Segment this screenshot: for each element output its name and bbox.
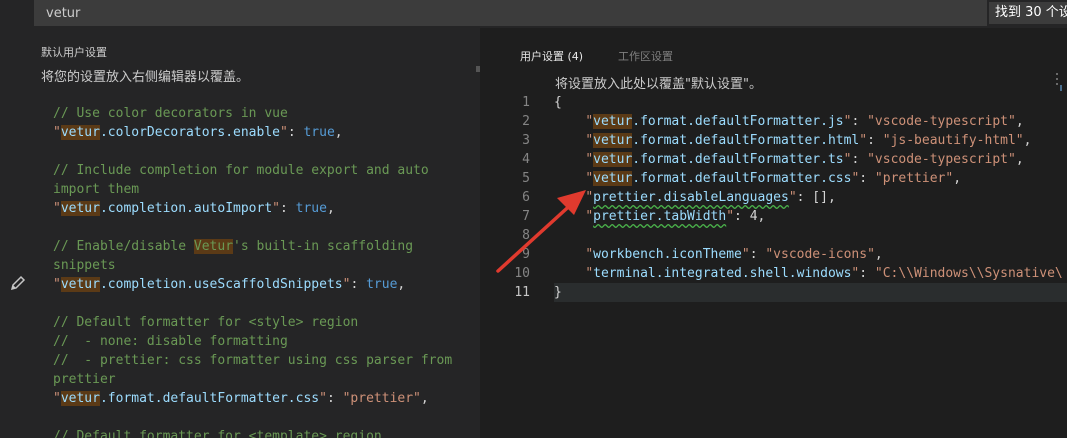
default-code-line: snippets (53, 258, 116, 273)
default-settings-panel: 默认用户设置 将您的设置放入右侧编辑器以覆盖。 // Use color dec… (0, 28, 480, 438)
settings-search-input[interactable] (34, 0, 987, 26)
user-code-line: "vetur.format.defaultFormatter.css": "pr… (585, 171, 962, 186)
default-code-line (53, 294, 473, 313)
default-settings-code[interactable]: // Use color decorators in vue "vetur.col… (53, 104, 473, 438)
line-number: 2 (522, 114, 530, 129)
line-number: 8 (522, 228, 530, 243)
line-number: 7 (522, 209, 530, 224)
user-code-line: "vetur.format.defaultFormatter.js": "vsc… (585, 114, 1024, 129)
user-code-line: "prettier.disableLanguages": [], (585, 190, 836, 205)
line-number: 6 (522, 190, 530, 205)
default-settings-description: 将您的设置放入右侧编辑器以覆盖。 (41, 70, 250, 85)
default-code-line: // Use color decorators in vue (53, 106, 288, 121)
default-code-line: // - none: disable formatting (53, 334, 288, 349)
user-code-line: "prettier.tabWidth": 4, (585, 209, 766, 224)
default-code-line: // Default formatter for <template> regi… (53, 429, 382, 438)
search-result-count: 找到 30 个设 (989, 2, 1067, 24)
default-code-line: // - prettier: css formatter using css p… (53, 353, 453, 368)
line-number: 3 (522, 133, 530, 148)
default-code-line: import them (53, 182, 140, 197)
user-settings-panel: 用户设置 (4) 工作区设置 将设置放入此处以覆盖"默认设置"。 1 2 3 4 5 6 7… (486, 28, 1067, 438)
default-code-line: "vetur.colorDecorators.enable": true, (53, 125, 343, 140)
default-code-line (53, 218, 473, 237)
user-settings-description: 将设置放入此处以覆盖"默认设置"。 (555, 77, 762, 92)
default-code-line: // Include completion for module export … (53, 163, 429, 178)
line-number: 10 (514, 266, 530, 281)
default-code-line: "vetur.completion.autoImport": true, (53, 201, 335, 216)
default-code-line: "vetur.format.defaultFormatter.css": "pr… (53, 391, 429, 406)
line-number: 1 (522, 95, 530, 110)
search-bar: 找到 30 个设 (0, 0, 1067, 28)
line-number-gutter: 1 2 3 4 5 6 7 8 9 10 11 (486, 93, 542, 302)
user-code-line: "workbench.iconTheme": "vscode-icons", (585, 247, 883, 262)
overview-ruler[interactable] (1056, 73, 1064, 95)
user-code-line: { (554, 95, 562, 110)
user-settings-code-editor[interactable]: { "vetur.format.defaultFormatter.js": "v… (554, 93, 1067, 302)
user-code-line: "vetur.format.defaultFormatter.html": "j… (585, 133, 1032, 148)
line-number: 5 (522, 171, 530, 186)
line-number: 9 (522, 247, 530, 262)
tab-user-settings[interactable]: 用户设置 (4) (520, 48, 583, 64)
user-code-line: "vetur.format.defaultFormatter.ts": "vsc… (585, 152, 1024, 167)
user-code-line (554, 226, 1067, 245)
line-number: 11 (514, 285, 530, 300)
default-code-line: "vetur.completion.useScaffoldSnippets": … (53, 277, 406, 292)
line-number: 4 (522, 152, 530, 167)
default-settings-title: 默认用户设置 (41, 46, 107, 59)
default-code-line: // Enable/disable Vetur's built-in scaff… (53, 239, 414, 254)
pencil-icon[interactable] (10, 275, 26, 291)
tab-workspace-settings[interactable]: 工作区设置 (618, 48, 673, 64)
default-code-line: // Default formatter for <style> region (53, 315, 359, 330)
user-code-line: } (554, 283, 1067, 302)
default-code-line (53, 142, 473, 161)
default-code-line (53, 408, 473, 427)
left-scrollbar[interactable] (476, 66, 480, 72)
user-code-line: "terminal.integrated.shell.windows": "C:… (585, 266, 1063, 281)
default-code-line: prettier (53, 372, 116, 387)
